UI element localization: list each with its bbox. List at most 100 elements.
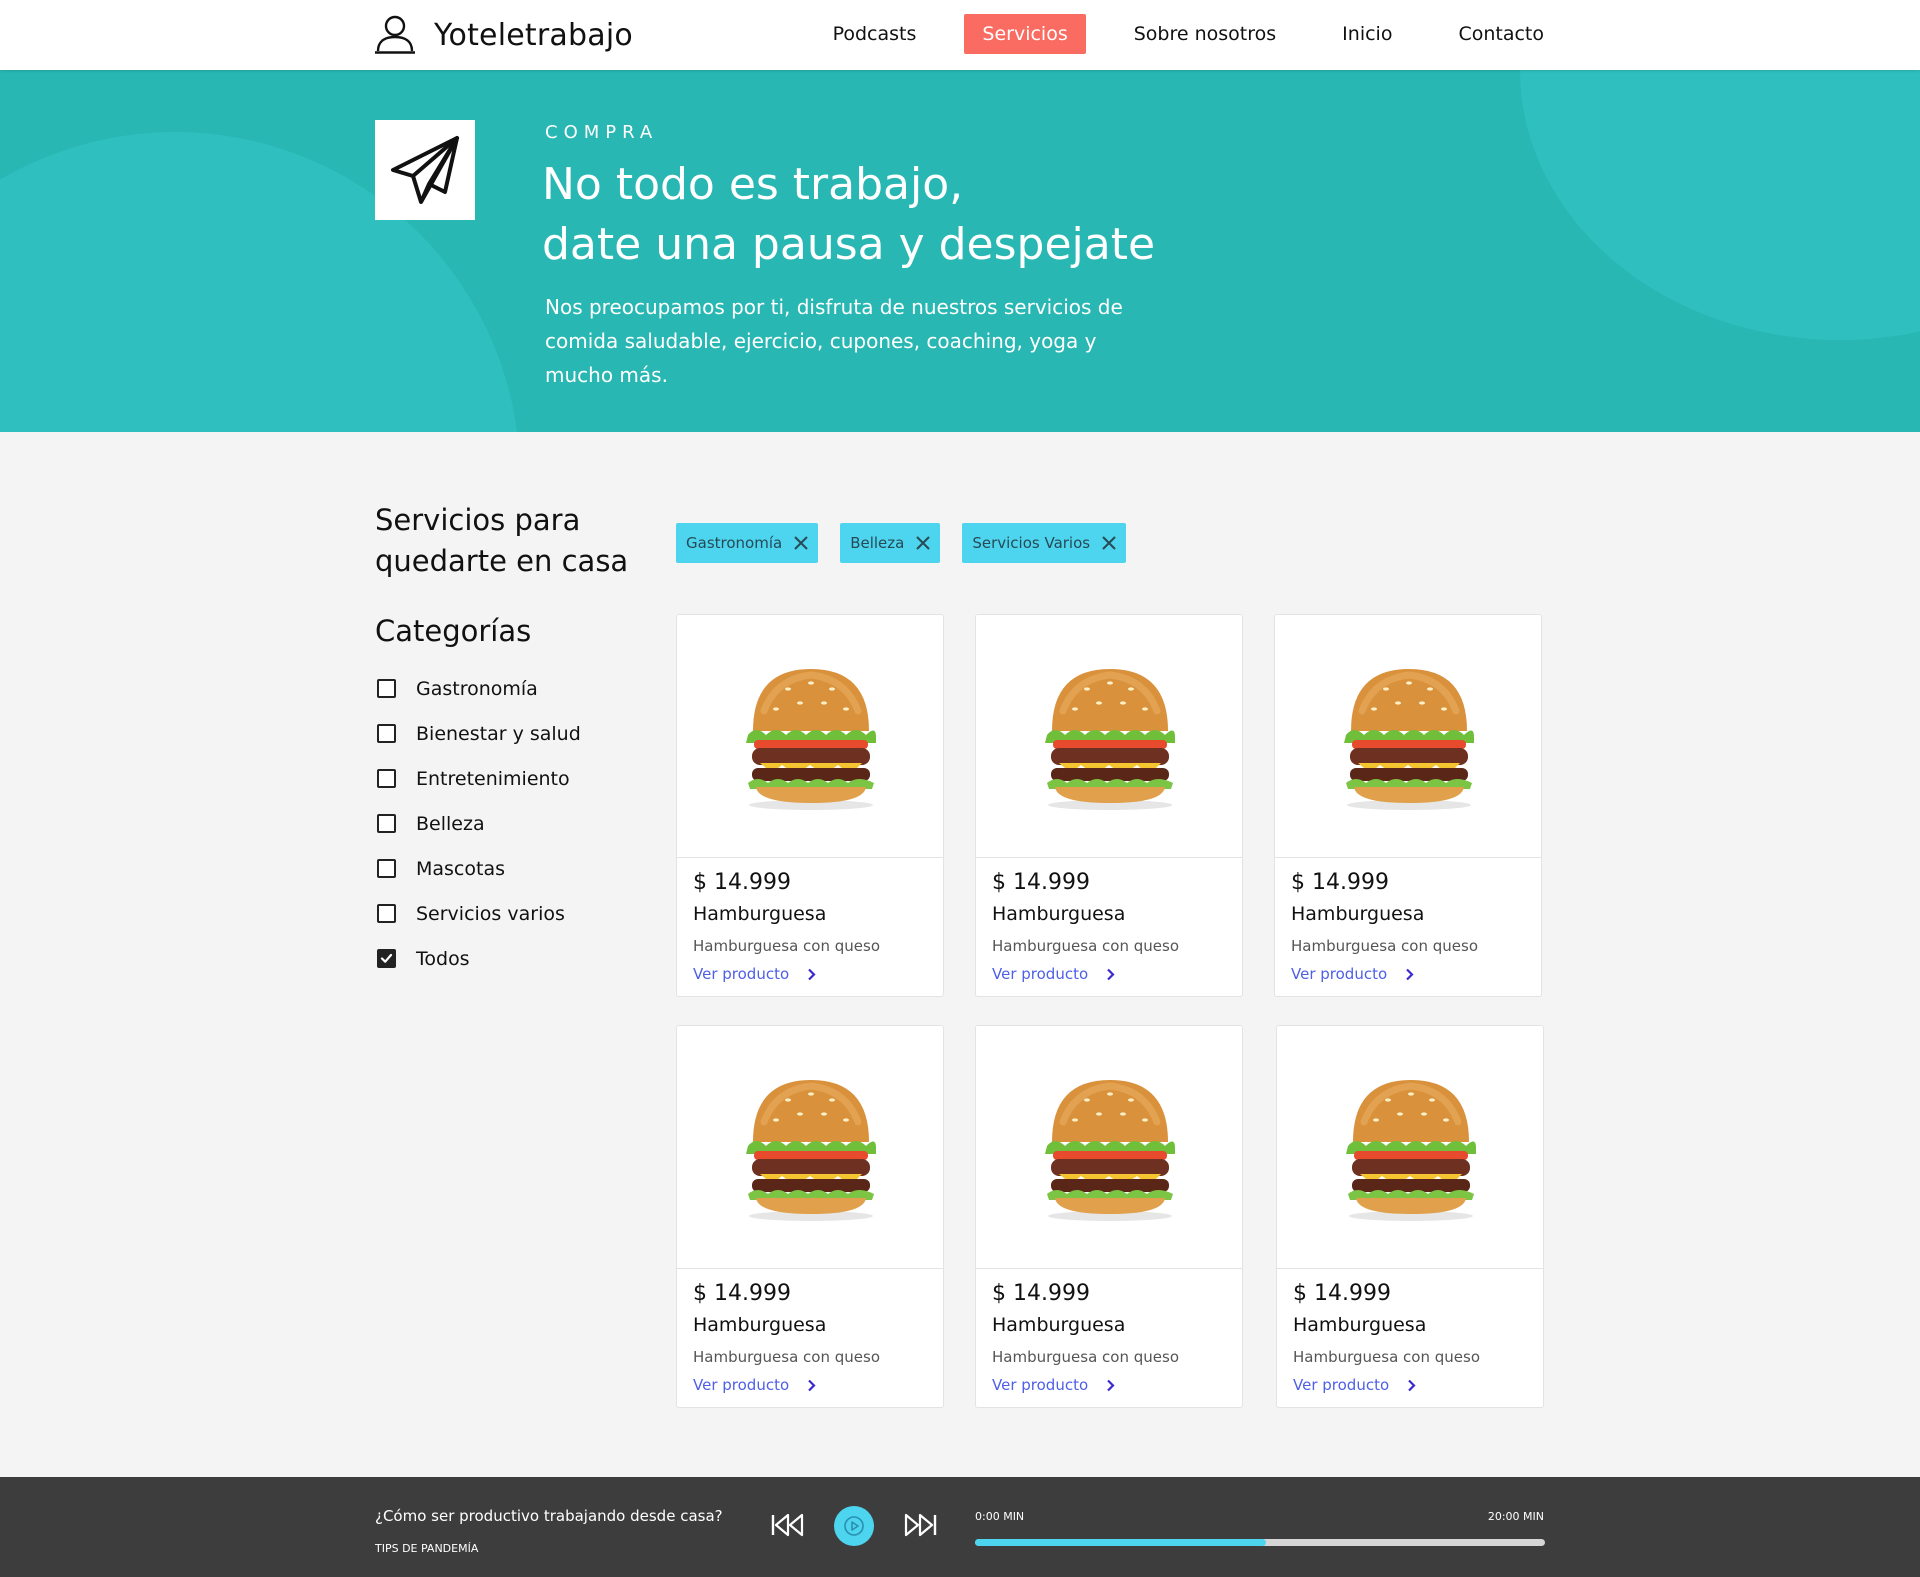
category-servicios-varios[interactable]: Servicios varios: [377, 891, 581, 936]
filter-chip-belleza[interactable]: Belleza: [840, 523, 941, 563]
category-label: Servicios varios: [416, 902, 565, 925]
section-title: Servicios para quedarte en casa: [375, 500, 628, 582]
product-name: Hamburguesa: [1291, 903, 1425, 925]
category-todos[interactable]: Todos: [377, 936, 581, 981]
chevron-right-icon: [1406, 968, 1414, 980]
nav-contacto[interactable]: Contacto: [1440, 14, 1544, 54]
hero-title: No todo es trabajo, date una pausa y des…: [542, 155, 1155, 275]
product-description: Hamburguesa con queso: [693, 937, 880, 955]
nav-podcasts[interactable]: Podcasts: [815, 14, 935, 54]
category-label: Mascotas: [416, 857, 505, 880]
nav-servicios[interactable]: Servicios: [964, 14, 1086, 54]
top-navigation-bar: Yoteletrabajo Podcasts Servicios Sobre n…: [0, 0, 1920, 70]
category-gastronomia[interactable]: Gastronomía: [377, 666, 581, 711]
filter-chip-gastronomia[interactable]: Gastronomía: [676, 523, 819, 563]
section-title-line2: quedarte en casa: [375, 544, 629, 578]
category-label: Todos: [416, 947, 470, 970]
checkbox[interactable]: [377, 769, 396, 788]
paper-plane-icon: [391, 136, 459, 204]
chip-label: Belleza: [850, 534, 905, 552]
burger-image: [746, 669, 876, 810]
podcast-player: ¿Cómo ser productivo trabajando desde ca…: [0, 1477, 1920, 1577]
hero-title-line1: No todo es trabajo,: [542, 159, 964, 210]
view-product-label: Ver producto: [1293, 1376, 1390, 1394]
play-button[interactable]: [834, 1506, 874, 1546]
category-label: Bienestar y salud: [416, 722, 581, 745]
progress-bar[interactable]: [975, 1539, 1545, 1546]
section-title-line1: Servicios para: [375, 503, 581, 537]
filter-chip-servicios-varios[interactable]: Servicios Varios: [962, 523, 1127, 563]
chip-label: Gastronomía: [686, 534, 783, 552]
product-image: [677, 1026, 943, 1269]
skip-forward-icon[interactable]: [903, 1513, 937, 1537]
brand-name: Yoteletrabajo: [434, 17, 633, 53]
view-product-link[interactable]: Ver producto: [693, 965, 816, 983]
chevron-right-icon: [808, 968, 816, 980]
product-price: $ 14.999: [693, 870, 791, 895]
chip-label: Servicios Varios: [972, 534, 1091, 552]
close-icon[interactable]: [1102, 536, 1116, 550]
burger-image: [1045, 669, 1175, 810]
product-price: $ 14.999: [992, 870, 1090, 895]
view-product-label: Ver producto: [693, 965, 790, 983]
product-card[interactable]: $ 14.999 Hamburguesa Hamburguesa con que…: [676, 614, 944, 997]
product-card[interactable]: $ 14.999 Hamburguesa Hamburguesa con que…: [975, 614, 1243, 997]
current-time: 0:00 MIN: [975, 1510, 1025, 1523]
close-icon[interactable]: [794, 536, 808, 550]
category-entretenimiento[interactable]: Entretenimiento: [377, 756, 581, 801]
category-bienestar-y-salud[interactable]: Bienestar y salud: [377, 711, 581, 756]
burger-image: [1344, 669, 1474, 810]
active-filters: Gastronomía Belleza Servicios Varios: [676, 523, 1148, 563]
user-icon: [375, 15, 415, 54]
view-product-link[interactable]: Ver producto: [992, 965, 1115, 983]
product-image: [1277, 1026, 1543, 1269]
categories-title: Categorías: [375, 614, 532, 648]
category-belleza[interactable]: Belleza: [377, 801, 581, 846]
close-icon[interactable]: [916, 536, 931, 550]
product-card[interactable]: $ 14.999 Hamburguesa Hamburguesa con que…: [1276, 1025, 1544, 1408]
product-price: $ 14.999: [693, 1281, 791, 1306]
checkbox[interactable]: [377, 859, 396, 878]
brand-logo[interactable]: Yoteletrabajo: [374, 14, 633, 56]
chevron-right-icon: [808, 1379, 816, 1391]
total-time: 20:00 MIN: [1487, 1510, 1544, 1523]
chevron-right-icon: [1107, 968, 1115, 980]
checkbox[interactable]: [377, 724, 396, 743]
checkbox[interactable]: [377, 904, 396, 923]
product-name: Hamburguesa: [992, 903, 1126, 925]
product-card[interactable]: $ 14.999 Hamburguesa Hamburguesa con que…: [975, 1025, 1243, 1408]
view-product-link[interactable]: Ver producto: [992, 1376, 1115, 1394]
view-product-label: Ver producto: [693, 1376, 790, 1394]
view-product-link[interactable]: Ver producto: [1293, 1376, 1416, 1394]
checkbox[interactable]: [377, 814, 396, 833]
skip-back-icon[interactable]: [771, 1513, 805, 1537]
product-description: Hamburguesa con queso: [1291, 937, 1478, 955]
product-card[interactable]: $ 14.999 Hamburguesa Hamburguesa con que…: [1274, 614, 1542, 997]
product-name: Hamburguesa: [992, 1314, 1126, 1336]
checkbox[interactable]: [377, 679, 396, 698]
product-image: [1275, 615, 1541, 858]
episode-title: ¿Cómo ser productivo trabajando desde ca…: [375, 1507, 723, 1525]
product-name: Hamburguesa: [693, 1314, 827, 1336]
product-card[interactable]: $ 14.999 Hamburguesa Hamburguesa con que…: [676, 1025, 944, 1408]
decorative-circle: [1520, 70, 1920, 340]
product-price: $ 14.999: [1293, 1281, 1391, 1306]
checkbox-checked[interactable]: [377, 949, 396, 968]
chevron-right-icon: [1107, 1379, 1115, 1391]
nav-sobre-nosotros[interactable]: Sobre nosotros: [1116, 14, 1294, 54]
product-description: Hamburguesa con queso: [992, 1348, 1179, 1366]
nav-inicio[interactable]: Inicio: [1324, 14, 1410, 54]
play-icon: [844, 1516, 864, 1536]
category-mascotas[interactable]: Mascotas: [377, 846, 581, 891]
view-product-link[interactable]: Ver producto: [1291, 965, 1414, 983]
product-price: $ 14.999: [1291, 870, 1389, 895]
view-product-label: Ver producto: [1291, 965, 1388, 983]
view-product-label: Ver producto: [992, 965, 1089, 983]
hero-title-line2: date una pausa y despejate: [542, 219, 1156, 270]
category-list: Gastronomía Bienestar y salud Entretenim…: [377, 666, 581, 981]
product-price: $ 14.999: [992, 1281, 1090, 1306]
view-product-link[interactable]: Ver producto: [693, 1376, 816, 1394]
burger-image: [1045, 1080, 1175, 1221]
chevron-right-icon: [1408, 1379, 1416, 1391]
product-name: Hamburguesa: [1293, 1314, 1427, 1336]
